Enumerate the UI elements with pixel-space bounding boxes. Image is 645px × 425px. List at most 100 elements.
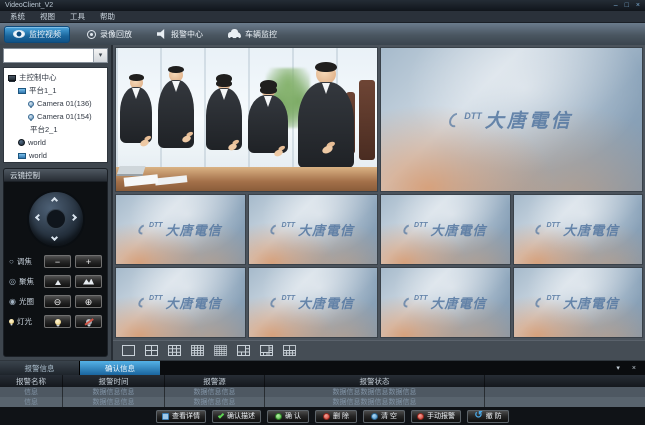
camera-icon bbox=[28, 101, 34, 107]
crescent-logo-icon bbox=[446, 110, 465, 130]
crescent-logo-icon bbox=[401, 223, 414, 237]
focus-far-icon bbox=[83, 279, 94, 285]
tab-playback[interactable]: 录像回放 bbox=[79, 26, 140, 43]
menu-tools[interactable]: 工具 bbox=[70, 13, 85, 21]
eye-icon bbox=[13, 30, 25, 38]
video-tile-logo[interactable]: DTT大唐電信 bbox=[248, 267, 379, 338]
datang-telecom-logo: DTT大唐電信 bbox=[116, 268, 245, 337]
video-tile-logo[interactable]: DTT大唐電信 bbox=[513, 267, 644, 338]
datang-telecom-logo: DTT大唐電信 bbox=[116, 195, 245, 264]
chair bbox=[359, 80, 375, 160]
close-button[interactable]: × bbox=[636, 2, 640, 9]
video-grid: DTT 大唐電信 DTT大唐電信 DTT大唐電信 DTT大唐電信 DTT大唐電信… bbox=[113, 45, 645, 340]
iris-close-button[interactable]: ⊖ bbox=[44, 295, 71, 308]
datang-telecom-logo: DTT大唐電信 bbox=[381, 268, 510, 337]
video-feed-people bbox=[116, 48, 377, 191]
monitor-icon bbox=[8, 75, 16, 81]
light-off-button[interactable] bbox=[75, 315, 102, 328]
alarm-table-row[interactable]: 信息 数据信息信息 数据信息信息 数据信息数据信息数据信息 bbox=[0, 397, 645, 407]
layout-4-split-button[interactable] bbox=[143, 343, 160, 358]
menu-help[interactable]: 帮助 bbox=[100, 13, 115, 21]
focus-far-button[interactable] bbox=[75, 275, 102, 288]
tree-item-camera-154[interactable]: Camera 01(154) bbox=[6, 110, 105, 123]
alarm-toolbar: 查看详情 确认描述 确 认 删 除 清 空 手动报警 ↺ 撤 防 bbox=[0, 407, 645, 425]
tree-item-control-center[interactable]: 主控制中心 bbox=[6, 71, 105, 84]
speaker-icon bbox=[157, 29, 167, 39]
pan-down-icon[interactable] bbox=[50, 234, 57, 241]
layout-6-split-button[interactable] bbox=[235, 343, 252, 358]
ptz-direction-pad[interactable] bbox=[29, 192, 83, 246]
col-alarm-source: 报警源 bbox=[165, 375, 265, 387]
film-reel-icon bbox=[87, 30, 96, 39]
video-tile-logo[interactable]: DTT大唐電信 bbox=[248, 194, 379, 265]
pan-left-icon[interactable] bbox=[34, 214, 41, 221]
view-details-button[interactable]: 查看详情 bbox=[156, 410, 206, 423]
tab-live-video[interactable]: 监控视频 bbox=[4, 26, 70, 43]
pan-right-icon[interactable] bbox=[69, 214, 76, 221]
ptz-pad-center[interactable] bbox=[46, 209, 66, 229]
chevron-down-icon[interactable]: ▾ bbox=[93, 49, 107, 62]
tab-alarm-info[interactable]: 报警信息 bbox=[0, 361, 80, 375]
tree-item-world-1[interactable]: world bbox=[6, 136, 105, 149]
tree-item-camera-136[interactable]: Camera 01(136) bbox=[6, 97, 105, 110]
disarm-button[interactable]: ↺ 撤 防 bbox=[467, 410, 509, 423]
zoom-in-button[interactable]: + bbox=[75, 255, 102, 268]
tree-item-world-2[interactable]: world bbox=[6, 149, 105, 162]
minimize-button[interactable]: – bbox=[614, 2, 618, 9]
video-tile-logo[interactable]: DTT大唐電信 bbox=[380, 267, 511, 338]
layout-16-split-button[interactable] bbox=[189, 343, 206, 358]
camera-icon bbox=[28, 114, 34, 120]
device-search-combobox[interactable]: ▾ bbox=[3, 48, 108, 63]
tree-item-platform2[interactable]: 平台2_1 bbox=[6, 123, 105, 136]
device-tree: 主控制中心 平台1_1 Camera 01(136) Camera 01(154… bbox=[3, 67, 108, 163]
blue-dot-icon bbox=[371, 413, 378, 420]
video-tile-logo[interactable]: DTT大唐電信 bbox=[513, 194, 644, 265]
menu-system[interactable]: 系统 bbox=[10, 13, 25, 21]
delete-button[interactable]: 删 除 bbox=[315, 410, 357, 423]
datang-telecom-logo: DTT大唐電信 bbox=[381, 195, 510, 264]
video-tile-logo[interactable]: DTT大唐電信 bbox=[380, 194, 511, 265]
maximize-button[interactable]: □ bbox=[625, 2, 629, 9]
tab-confirm-info[interactable]: 确认信息 bbox=[80, 361, 160, 375]
pan-up-icon[interactable] bbox=[50, 197, 57, 204]
focus-control-row: ◎ 聚焦 bbox=[4, 275, 107, 288]
light-on-button[interactable] bbox=[44, 315, 71, 328]
layout-10-split-button[interactable] bbox=[281, 343, 298, 358]
zoom-icon: ○ bbox=[9, 258, 14, 266]
crescent-logo-icon bbox=[534, 223, 547, 237]
confirm-button[interactable]: 确 认 bbox=[267, 410, 309, 423]
video-tile-logo[interactable]: DTT大唐電信 bbox=[115, 267, 246, 338]
video-tile-logo[interactable]: DTT大唐電信 bbox=[115, 194, 246, 265]
layout-1-split-button[interactable] bbox=[120, 343, 137, 358]
panel-dropdown-icon[interactable]: ▾ bbox=[616, 364, 620, 372]
tab-vehicle-monitor[interactable]: 车辆监控 bbox=[220, 26, 285, 43]
combobox-value[interactable] bbox=[4, 49, 93, 62]
zoom-out-button[interactable]: − bbox=[44, 255, 71, 268]
menu-view[interactable]: 视图 bbox=[40, 13, 55, 21]
focus-icon: ◎ bbox=[9, 278, 16, 286]
tab-alarm-center-label: 报警中心 bbox=[171, 29, 203, 40]
videoclient-window: VideoClient_V2 – □ × 系统 视图 工具 帮助 监控视频 录像… bbox=[0, 0, 645, 425]
alarm-panel: 报警信息 确认信息 ▾ × 报警名称 报警时间 报警源 报警状态 信息 数据信息… bbox=[0, 360, 645, 425]
layout-selector-bar bbox=[113, 340, 645, 360]
col-alarm-name: 报警名称 bbox=[0, 375, 63, 387]
layout-9-split-button[interactable] bbox=[166, 343, 183, 358]
ptz-panel: ○ 调焦 − + ◎ 聚焦 ◉ bbox=[3, 181, 108, 357]
video-tile-live-feed[interactable] bbox=[115, 47, 378, 192]
laptop bbox=[116, 166, 145, 176]
iris-open-button[interactable]: ⊕ bbox=[75, 295, 102, 308]
panel-close-icon[interactable]: × bbox=[632, 365, 636, 372]
layout-25-split-button[interactable] bbox=[212, 343, 229, 358]
clear-button[interactable]: 清 空 bbox=[363, 410, 405, 423]
tab-alarm-center[interactable]: 报警中心 bbox=[149, 26, 211, 43]
window-controls: – □ × bbox=[614, 2, 640, 9]
focus-near-button[interactable] bbox=[44, 275, 71, 288]
video-tile-logo-large[interactable]: DTT 大唐電信 bbox=[380, 47, 643, 192]
alarm-table-header: 报警名称 报警时间 报警源 报警状态 bbox=[0, 375, 645, 387]
layout-8-split-button[interactable] bbox=[258, 343, 275, 358]
datang-telecom-logo: DTT大唐電信 bbox=[514, 195, 643, 264]
alarm-table-row[interactable]: 信息 数据信息信息 数据信息信息 数据信息数据信息数据信息 bbox=[0, 387, 645, 397]
tree-item-platform1[interactable]: 平台1_1 bbox=[6, 84, 105, 97]
confirm-description-button[interactable]: 确认描述 bbox=[212, 410, 261, 423]
manual-alarm-button[interactable]: 手动报警 bbox=[411, 410, 461, 423]
